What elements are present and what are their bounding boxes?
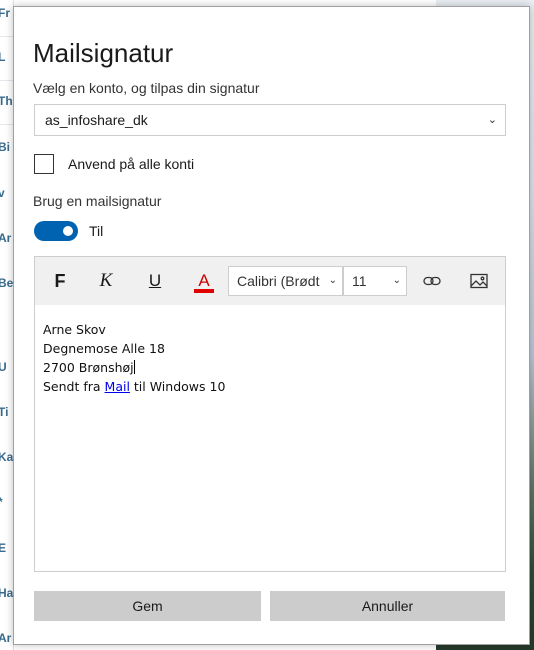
cancel-button[interactable]: Annuller <box>270 591 505 621</box>
font-color-button[interactable]: A <box>189 266 219 296</box>
toggle-state-label: Til <box>89 223 104 239</box>
dialog-title: Mailsignatur <box>33 38 174 68</box>
account-label: Vælg en konto, og tilpas din signatur <box>33 80 260 96</box>
background-sidebar: Fr L Th Bi v Ar Be U Ti Ka * E Ha Ar <box>0 0 14 650</box>
link-icon[interactable] <box>417 266 447 296</box>
background-text: Ha <box>0 586 14 600</box>
signature-line-text: 2700 Brønshøj <box>43 360 134 375</box>
background-text: Fr <box>0 6 10 20</box>
background-text: * <box>0 495 14 509</box>
signature-line: Sendt fra Mail til Windows 10 <box>43 377 225 396</box>
signature-editor[interactable]: F K U A Calibri (Brødt ⌄ 11 ⌄ Arne Skov … <box>34 256 506 572</box>
image-icon[interactable] <box>464 266 494 296</box>
background-text: Ka <box>0 450 14 464</box>
mail-link[interactable]: Mail <box>105 379 130 394</box>
font-family-value: Calibri (Brødt <box>237 273 320 289</box>
divider <box>0 124 14 125</box>
background-text: Ar <box>0 231 12 245</box>
signature-toggle[interactable] <box>34 221 78 241</box>
signature-line: Degnemose Alle 18 <box>43 341 165 356</box>
chevron-down-icon: ⌄ <box>392 275 401 286</box>
italic-button[interactable]: K <box>91 266 121 296</box>
save-button[interactable]: Gem <box>34 591 261 621</box>
mail-signature-dialog: Mailsignatur Vælg en konto, og tilpas di… <box>13 6 530 645</box>
background-text: Ar <box>0 631 12 645</box>
account-select-value: as_infoshare_dk <box>45 112 148 128</box>
chevron-down-icon: ⌄ <box>487 114 497 126</box>
background-text: U <box>0 360 7 374</box>
font-color-swatch <box>194 289 214 293</box>
use-signature-label: Brug en mailsignatur <box>33 193 162 209</box>
font-size-select[interactable]: 11 ⌄ <box>343 266 407 296</box>
signature-text: Sendt fra <box>43 379 105 394</box>
background-text: Be <box>0 276 14 290</box>
signature-line: Arne Skov <box>43 322 106 337</box>
signature-text: til Windows 10 <box>129 379 226 394</box>
background-text: L <box>0 50 6 64</box>
divider <box>0 80 14 81</box>
background-text: Bi <box>0 140 10 154</box>
signature-content[interactable]: Arne Skov Degnemose Alle 18 2700 Brønshø… <box>43 320 225 396</box>
background-text: Ti <box>0 405 9 419</box>
background-text: Th <box>0 94 13 108</box>
background-text: v <box>0 186 5 200</box>
text-cursor <box>133 360 135 374</box>
font-size-value: 11 <box>352 273 367 289</box>
signature-line: 2700 Brønshøj <box>43 358 225 377</box>
divider <box>0 36 14 37</box>
chevron-down-icon: ⌄ <box>328 275 337 286</box>
account-select[interactable]: as_infoshare_dk ⌄ <box>34 104 506 136</box>
background-text: E <box>0 541 7 555</box>
underline-button[interactable]: U <box>140 266 170 296</box>
apply-all-checkbox[interactable] <box>34 154 54 174</box>
font-family-select[interactable]: Calibri (Brødt ⌄ <box>228 266 343 296</box>
apply-all-label[interactable]: Anvend på alle konti <box>68 156 194 172</box>
bold-button[interactable]: F <box>45 266 75 296</box>
font-color-letter: A <box>198 271 210 290</box>
formatting-toolbar: F K U A Calibri (Brødt ⌄ 11 ⌄ <box>35 257 505 305</box>
toggle-knob <box>63 226 73 236</box>
